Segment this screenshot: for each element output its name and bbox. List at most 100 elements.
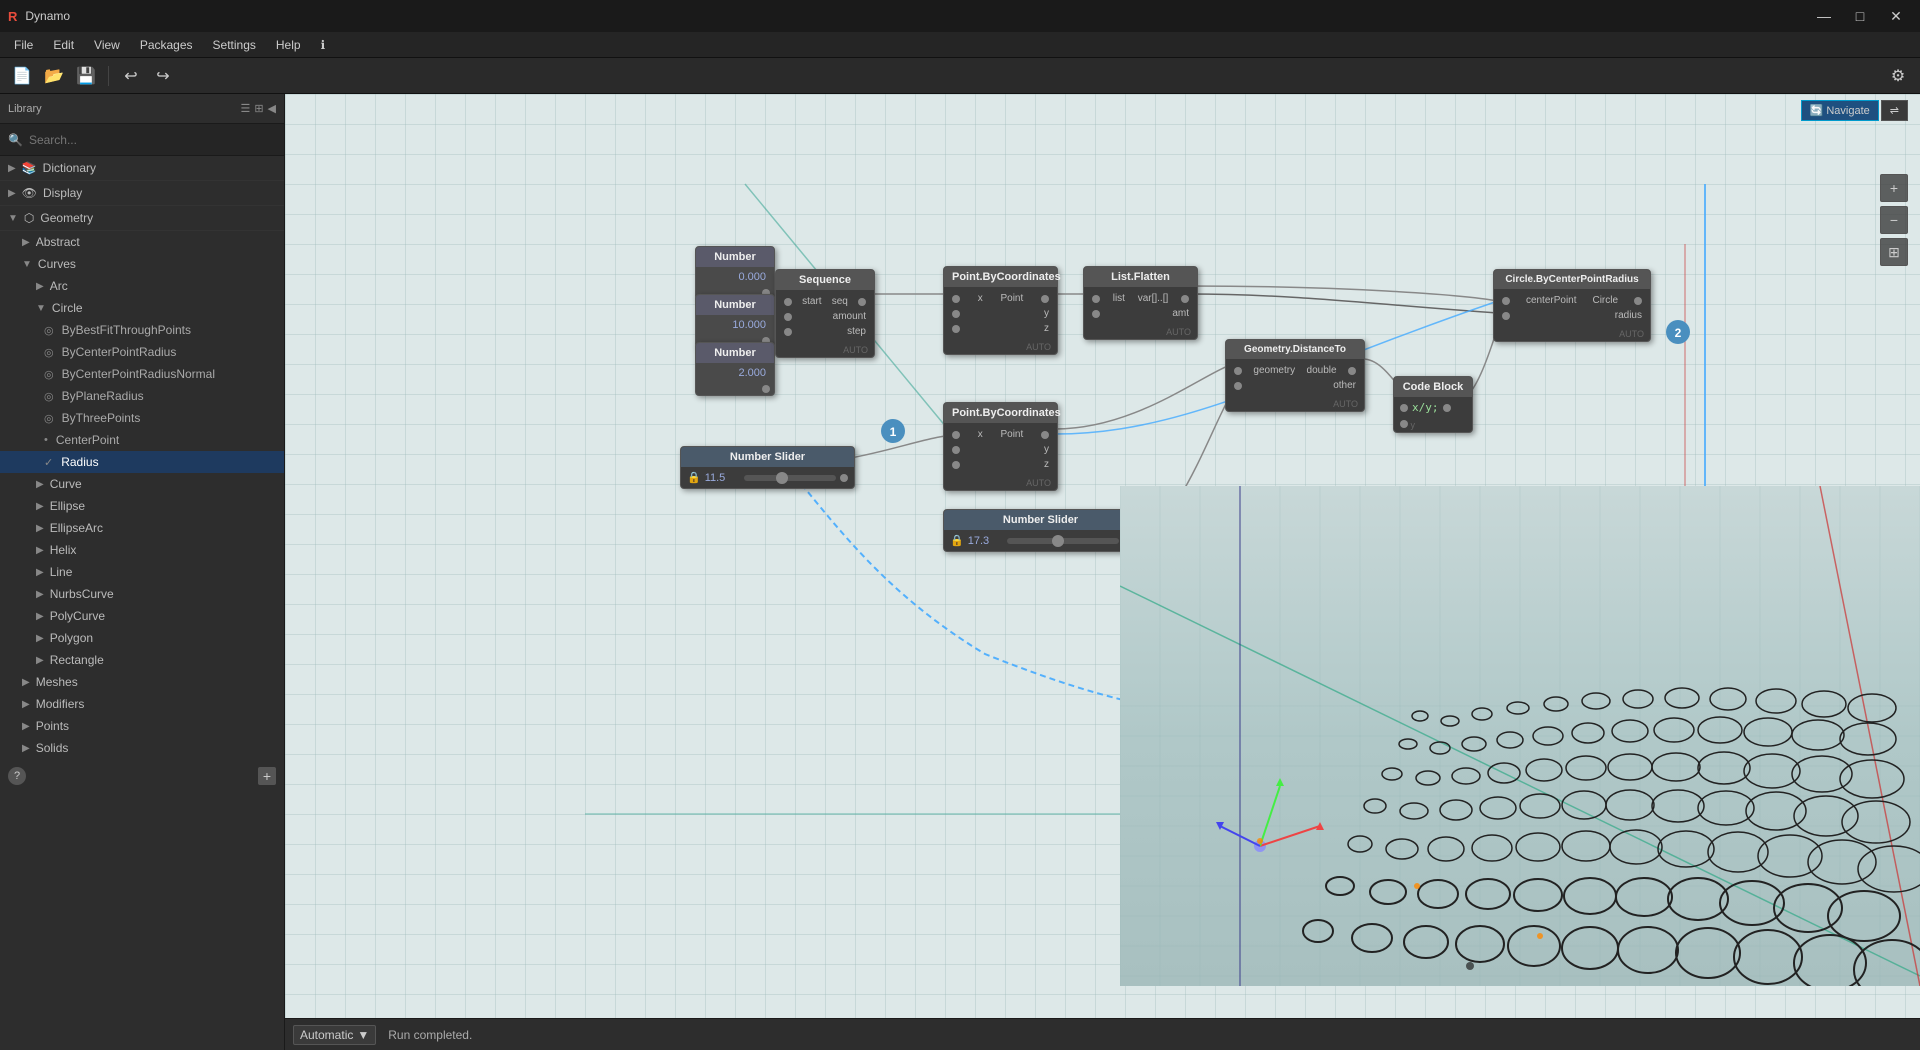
subcategory-ellipsearc[interactable]: ▶ EllipseArc xyxy=(0,517,284,539)
close-button[interactable]: ✕ xyxy=(1880,6,1912,26)
item-bycenterpointradniusnormal[interactable]: ◎ ByCenterPointRadiusNormal xyxy=(0,363,284,385)
subcategory-curves[interactable]: ▼ Curves xyxy=(0,253,284,275)
item-bycenterpointradius[interactable]: ◎ ByCenterPointRadius xyxy=(0,341,284,363)
number-slider-2-node[interactable]: Number Slider 🔒 17.3 xyxy=(943,509,1138,552)
port-in-y[interactable] xyxy=(1400,420,1408,428)
menu-help[interactable]: Help xyxy=(266,35,311,55)
subcategory-polygon[interactable]: ▶ Polygon xyxy=(0,627,284,649)
port-in-x[interactable] xyxy=(1400,404,1408,412)
subcategory-points[interactable]: ▶ Points xyxy=(0,715,284,737)
subcategory-polycurve[interactable]: ▶ PolyCurve xyxy=(0,605,284,627)
port-in-radius[interactable] xyxy=(1502,312,1510,320)
help-icon-area[interactable]: ? + xyxy=(0,759,284,793)
category-dictionary[interactable]: ▶ 📚 Dictionary xyxy=(0,156,284,181)
subcategory-rectangle[interactable]: ▶ Rectangle xyxy=(0,649,284,671)
point-bycoords-2-node[interactable]: Point.ByCoordinates x Point y z xyxy=(943,402,1058,491)
slider-2-thumb[interactable] xyxy=(1052,535,1064,547)
code-block-node[interactable]: Code Block x/y; y xyxy=(1393,376,1473,433)
list-view-icon[interactable]: ☰ xyxy=(240,102,250,115)
search-input[interactable] xyxy=(29,133,276,147)
subcategory-curve[interactable]: ▶ Curve xyxy=(0,473,284,495)
slider-2-track[interactable] xyxy=(1007,538,1119,544)
port-in-start[interactable] xyxy=(784,298,792,306)
subcategory-helix[interactable]: ▶ Helix xyxy=(0,539,284,561)
dot-icon: • xyxy=(44,434,48,446)
item-bybestfitthroughpoints[interactable]: ◎ ByBestFitThroughPoints xyxy=(0,319,284,341)
category-display[interactable]: ▶ 👁 Display xyxy=(0,181,284,206)
port-in-geometry[interactable] xyxy=(1234,367,1242,375)
port-out-double[interactable] xyxy=(1348,367,1356,375)
geometry-distanceto-node[interactable]: Geometry.DistanceTo geometry double othe… xyxy=(1225,339,1365,412)
port-in-z[interactable] xyxy=(952,461,960,469)
slider-1-thumb[interactable] xyxy=(776,472,788,484)
port-in-y[interactable] xyxy=(952,446,960,454)
number-slider-1-node[interactable]: Number Slider 🔒 11.5 xyxy=(680,446,855,489)
port-in-other[interactable] xyxy=(1234,382,1242,390)
port-out-result[interactable] xyxy=(1443,404,1451,412)
chevron-right-icon: ▶ xyxy=(36,479,44,490)
port-in-amt[interactable] xyxy=(1092,310,1100,318)
number-node-2[interactable]: Number 10.000 xyxy=(695,294,775,348)
number-node-1[interactable]: Number 0.000 xyxy=(695,246,775,300)
port-in-list[interactable] xyxy=(1092,295,1100,303)
minimize-button[interactable]: — xyxy=(1808,6,1840,26)
category-geometry[interactable]: ▼ ⬡ Geometry xyxy=(0,206,284,231)
nav-orbit-button[interactable]: 🔄 Navigate xyxy=(1801,100,1879,121)
menu-packages[interactable]: Packages xyxy=(130,35,203,55)
subcategory-ellipse[interactable]: ▶ Ellipse xyxy=(0,495,284,517)
run-mode-dropdown[interactable]: Automatic ▼ xyxy=(293,1025,376,1045)
menu-settings[interactable]: Settings xyxy=(203,35,266,55)
subcategory-solids[interactable]: ▶ Solids xyxy=(0,737,284,759)
menu-view[interactable]: View xyxy=(84,35,130,55)
menu-info[interactable]: ℹ xyxy=(311,35,336,55)
point-bycoords-1-node[interactable]: Point.ByCoordinates x Point y z xyxy=(943,266,1058,355)
maximize-button[interactable]: □ xyxy=(1844,6,1876,26)
circle-bycenterpointradius-node[interactable]: Circle.ByCenterPointRadius centerPoint C… xyxy=(1493,269,1651,342)
port-in-step[interactable] xyxy=(784,328,792,336)
port-in-centerpoint[interactable] xyxy=(1502,297,1510,305)
collapse-icon[interactable]: ◀ xyxy=(268,102,276,115)
subcategory-abstract[interactable]: ▶ Abstract xyxy=(0,231,284,253)
item-byplaneradius[interactable]: ◎ ByPlaneRadius xyxy=(0,385,284,407)
subcategory-nurbscurve[interactable]: ▶ NurbsCurve xyxy=(0,583,284,605)
zoom-out-button[interactable]: − xyxy=(1880,206,1908,234)
redo-button[interactable]: ↪ xyxy=(149,62,177,90)
number-node-3[interactable]: Number 2.000 xyxy=(695,342,775,396)
port-in-y[interactable] xyxy=(952,310,960,318)
item-centerpoint[interactable]: • CenterPoint xyxy=(0,429,284,451)
settings-button[interactable]: ⚙ xyxy=(1884,62,1912,90)
port-in-x[interactable] xyxy=(952,431,960,439)
port-out-point[interactable] xyxy=(1041,295,1049,303)
slider-1-track[interactable] xyxy=(744,475,836,481)
port-out-point[interactable] xyxy=(1041,431,1049,439)
open-button[interactable]: 📂 xyxy=(40,62,68,90)
item-bythreepoints[interactable]: ◎ ByThreePoints xyxy=(0,407,284,429)
menu-file[interactable]: File xyxy=(4,35,43,55)
nav-pan-button[interactable]: ⇌ xyxy=(1881,100,1908,121)
port-out[interactable] xyxy=(762,385,770,393)
undo-button[interactable]: ↩ xyxy=(117,62,145,90)
zoom-fit-button[interactable]: ⊞ xyxy=(1880,238,1908,266)
port-out-circle[interactable] xyxy=(1634,297,1642,305)
subcategory-line[interactable]: ▶ Line xyxy=(0,561,284,583)
new-button[interactable]: 📄 xyxy=(8,62,36,90)
subcategory-arc[interactable]: ▶ Arc xyxy=(0,275,284,297)
port-in-z[interactable] xyxy=(952,325,960,333)
port-in-amount[interactable] xyxy=(784,313,792,321)
graph-canvas[interactable]: 1 2 Number 0.000 Number 10.000 xyxy=(285,94,1920,1018)
zoom-in-button[interactable]: + xyxy=(1880,174,1908,202)
item-radius[interactable]: ✓ Radius xyxy=(0,451,284,473)
grid-view-icon[interactable]: ⊞ xyxy=(254,102,263,115)
port-in-x[interactable] xyxy=(952,295,960,303)
subcategory-modifiers[interactable]: ▶ Modifiers xyxy=(0,693,284,715)
slider-1-out[interactable] xyxy=(840,474,848,482)
list-flatten-node[interactable]: List.Flatten list var[]..[] amt AUTO xyxy=(1083,266,1198,340)
subcategory-circle[interactable]: ▼ Circle xyxy=(0,297,284,319)
subcategory-meshes[interactable]: ▶ Meshes xyxy=(0,671,284,693)
sequence-node[interactable]: Sequence start seq amount step xyxy=(775,269,875,358)
port-out-var[interactable] xyxy=(1181,295,1189,303)
add-node-icon[interactable]: + xyxy=(258,767,276,785)
save-button[interactable]: 💾 xyxy=(72,62,100,90)
port-out-seq[interactable] xyxy=(858,298,866,306)
menu-edit[interactable]: Edit xyxy=(43,35,84,55)
